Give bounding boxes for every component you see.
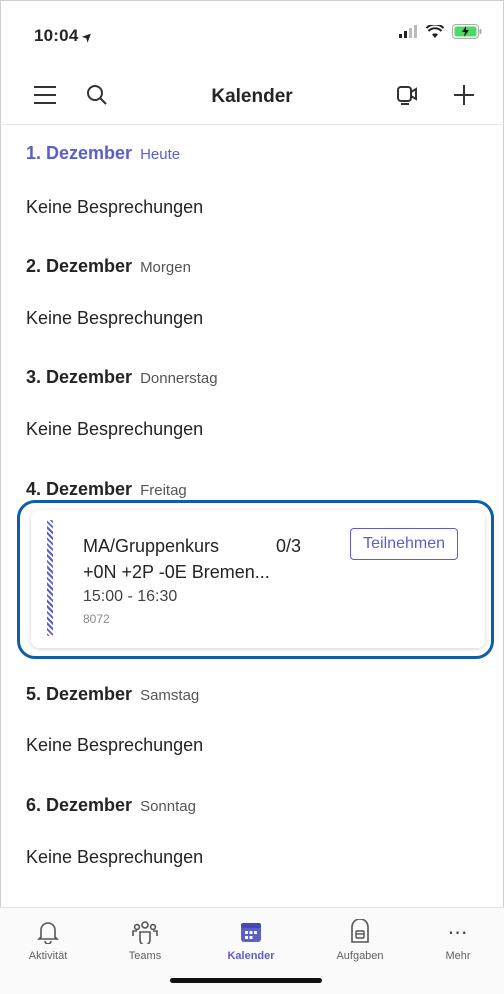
- add-icon[interactable]: [447, 78, 481, 112]
- tab-more[interactable]: ⋯ Mehr: [413, 918, 503, 963]
- day-label: Sonntag: [140, 798, 196, 815]
- tab-label: Kalender: [227, 950, 275, 962]
- day-date: 6. Dezember: [26, 795, 133, 815]
- no-meetings-text: Keine Besprechungen: [26, 197, 204, 217]
- event-subtitle: +0N +2P -0E Bremen...: [83, 562, 270, 582]
- bell-icon: [37, 922, 59, 944]
- calendar-icon: [241, 923, 261, 942]
- app-bar: Kalender: [0, 62, 504, 125]
- no-meetings-text: Keine Besprechungen: [26, 308, 204, 328]
- day-date: 4. Dezember: [26, 479, 133, 499]
- home-indicator: [170, 978, 322, 983]
- wifi-icon: [426, 24, 444, 38]
- day-label: Freitag: [140, 482, 187, 499]
- tasks-icon: [351, 919, 369, 943]
- day-label: Samstag: [140, 687, 200, 704]
- tab-label: Aufgaben: [336, 950, 384, 962]
- day-header-3: 3. Dezember Donnerstag: [26, 367, 218, 388]
- tab-activity[interactable]: Aktivität: [3, 918, 93, 962]
- tab-tasks[interactable]: Aufgaben: [315, 918, 405, 962]
- no-meetings-text: Keine Besprechungen: [26, 735, 204, 755]
- day-date: 1. Dezember: [26, 143, 133, 163]
- tab-label: Mehr: [445, 950, 471, 962]
- status-bar: 10:04➤: [0, 0, 504, 60]
- no-meetings-text: Keine Besprechungen: [26, 419, 204, 439]
- tab-label: Teams: [128, 950, 162, 962]
- tab-calendar[interactable]: Kalender: [206, 918, 296, 962]
- event-title: MA/Gruppenkurs: [83, 536, 220, 556]
- battery-charging-icon: [452, 24, 482, 39]
- meet-now-icon[interactable]: [390, 78, 424, 112]
- day-header-1: 1. Dezember Heute: [26, 143, 180, 164]
- teams-icon: [132, 921, 158, 944]
- page-title: Kalender: [211, 86, 293, 107]
- day-label: Donnerstag: [140, 370, 218, 387]
- day-label: Heute: [140, 146, 181, 163]
- tab-teams[interactable]: Teams: [100, 918, 190, 962]
- day-header-4: 4. Dezember Freitag: [26, 479, 187, 500]
- more-icon: ⋯: [447, 921, 469, 944]
- status-time: 10:04: [34, 26, 79, 45]
- tab-label: Aktivität: [28, 950, 68, 962]
- event-color-bar: [47, 520, 53, 636]
- day-date: 2. Dezember: [26, 256, 133, 276]
- day-date: 3. Dezember: [26, 367, 133, 387]
- signal-icon: [399, 24, 417, 38]
- event-time: 15:00 - 16:30: [83, 588, 178, 605]
- event-card[interactable]: MA/Gruppenkurs 0/3 +0N +2P -0E Bremen...…: [31, 510, 485, 648]
- day-header-6: 6. Dezember Sonntag: [26, 795, 196, 816]
- day-header-5: 5. Dezember Samstag: [26, 684, 199, 705]
- location-arrow-icon: ➤: [78, 27, 97, 46]
- event-count: 0/3: [276, 536, 302, 556]
- day-label: Morgen: [140, 259, 191, 276]
- day-date: 5. Dezember: [26, 684, 133, 704]
- event-room: 8072: [83, 612, 110, 626]
- day-header-2: 2. Dezember Morgen: [26, 256, 191, 277]
- no-meetings-text: Keine Besprechungen: [26, 847, 204, 867]
- join-button[interactable]: Teilnehmen: [350, 528, 458, 560]
